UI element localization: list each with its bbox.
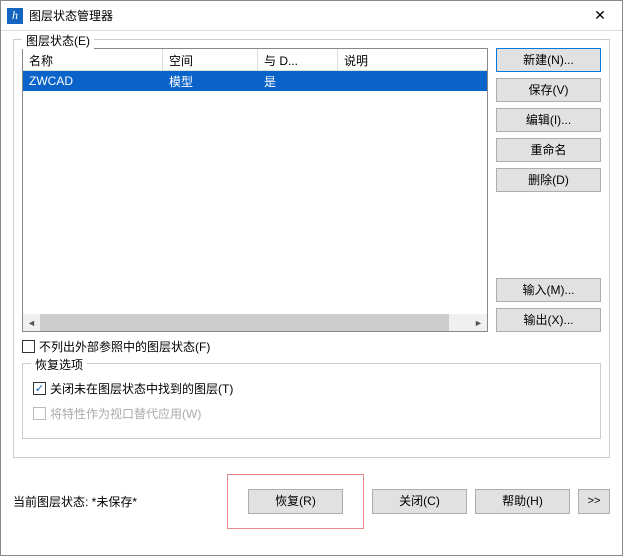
cell-name: ZWCAD [23, 72, 163, 90]
close-icon[interactable]: ✕ [578, 1, 622, 31]
status-label: 当前图层状态: [13, 495, 92, 509]
export-button[interactable]: 输出(X)... [496, 308, 601, 332]
cell-desc [338, 79, 487, 83]
delete-button[interactable]: 删除(D) [496, 168, 601, 192]
restore-button[interactable]: 恢复(R) [248, 489, 343, 514]
col-space[interactable]: 空间 [163, 49, 258, 70]
edit-button[interactable]: 编辑(I)... [496, 108, 601, 132]
no-xref-row[interactable]: 不列出外部参照中的图层状态(F) [22, 338, 601, 355]
expand-button[interactable]: >> [578, 489, 610, 514]
titlebar: h 图层状态管理器 ✕ [1, 1, 622, 31]
scroll-thumb[interactable] [40, 314, 449, 331]
layer-state-group: 图层状态(E) 名称 空间 与 D... 说明 ZWCAD 模型 是 [13, 39, 610, 458]
restore-highlight: 恢复(R) [227, 474, 364, 529]
import-button[interactable]: 输入(M)... [496, 278, 601, 302]
restore-options-group: 恢复选项 关闭未在图层状态中找到的图层(T) 将特性作为视口替代应用(W) [22, 363, 601, 439]
col-withd[interactable]: 与 D... [258, 49, 338, 70]
current-state-status: 当前图层状态: *未保存* [13, 493, 219, 510]
app-icon: h [7, 8, 23, 24]
close-missing-row[interactable]: 关闭未在图层状态中找到的图层(T) [33, 380, 590, 397]
cell-withd: 是 [258, 71, 338, 92]
new-button[interactable]: 新建(N)... [496, 48, 601, 72]
scroll-left-icon[interactable]: ◄ [23, 314, 40, 331]
save-button[interactable]: 保存(V) [496, 78, 601, 102]
status-value: *未保存* [92, 495, 137, 509]
cell-space: 模型 [163, 71, 258, 92]
vp-override-label: 将特性作为视口替代应用(W) [50, 405, 201, 422]
table-body: ZWCAD 模型 是 [23, 71, 487, 314]
horizontal-scrollbar[interactable]: ◄ ► [23, 314, 487, 331]
no-xref-checkbox[interactable] [22, 340, 35, 353]
scroll-right-icon[interactable]: ► [470, 314, 487, 331]
table-header: 名称 空间 与 D... 说明 [23, 49, 487, 71]
no-xref-label: 不列出外部参照中的图层状态(F) [39, 338, 210, 355]
layer-state-table[interactable]: 名称 空间 与 D... 说明 ZWCAD 模型 是 ◄ [22, 48, 488, 332]
col-desc[interactable]: 说明 [338, 49, 487, 70]
bottom-bar: 当前图层状态: *未保存* 恢复(R) 关闭(C) 帮助(H) >> [1, 474, 622, 541]
window-title: 图层状态管理器 [29, 7, 578, 24]
vp-override-row: 将特性作为视口替代应用(W) [33, 405, 590, 422]
vp-override-checkbox [33, 407, 46, 420]
col-name[interactable]: 名称 [23, 49, 163, 70]
side-buttons: 新建(N)... 保存(V) 编辑(I)... 重命名 删除(D) 输入(M).… [496, 48, 601, 332]
help-button[interactable]: 帮助(H) [475, 489, 570, 514]
layer-state-legend: 图层状态(E) [22, 32, 94, 49]
table-row[interactable]: ZWCAD 模型 是 [23, 71, 487, 91]
rename-button[interactable]: 重命名 [496, 138, 601, 162]
close-button[interactable]: 关闭(C) [372, 489, 467, 514]
scroll-track[interactable] [40, 314, 470, 331]
close-missing-label: 关闭未在图层状态中找到的图层(T) [50, 380, 233, 397]
close-missing-checkbox[interactable] [33, 382, 46, 395]
restore-options-legend: 恢复选项 [31, 356, 87, 373]
